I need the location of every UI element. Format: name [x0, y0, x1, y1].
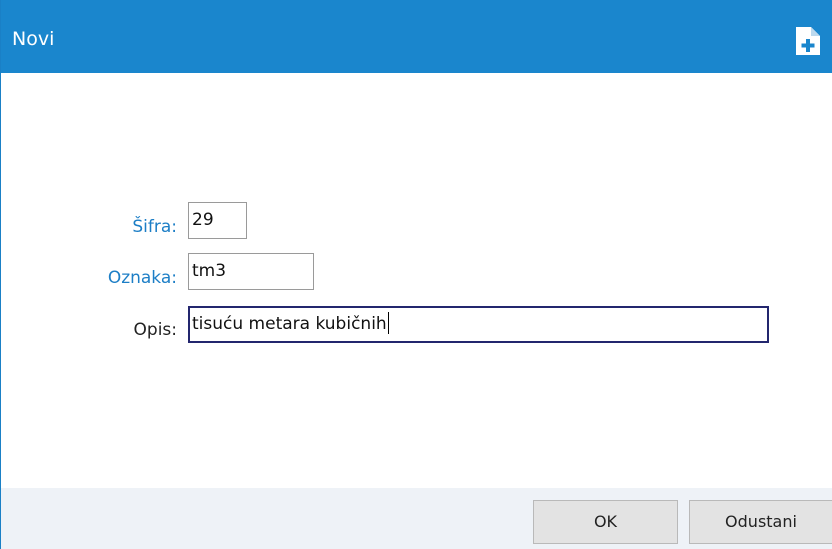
new-document-icon[interactable] [795, 26, 821, 56]
dialog-window: Novi Šifra: 29 Oznaka: tm3 Opis: tisuću … [0, 0, 832, 549]
oznaka-field[interactable]: tm3 [188, 253, 314, 290]
opis-field[interactable]: tisuću metara kubičnih [188, 306, 769, 343]
sifra-field[interactable]: 29 [188, 202, 247, 239]
ok-button[interactable]: OK [533, 500, 678, 544]
oznaka-label: Oznaka: [107, 268, 177, 288]
opis-field-text: tisuću metara kubičnih [192, 314, 387, 334]
cancel-button[interactable]: Odustani [689, 500, 832, 544]
dialog-title: Novi [12, 28, 55, 50]
dialog-title-bar: Novi [1, 0, 832, 73]
sifra-label: Šifra: [132, 217, 177, 237]
opis-label: Opis: [133, 320, 177, 340]
text-caret [387, 311, 389, 334]
